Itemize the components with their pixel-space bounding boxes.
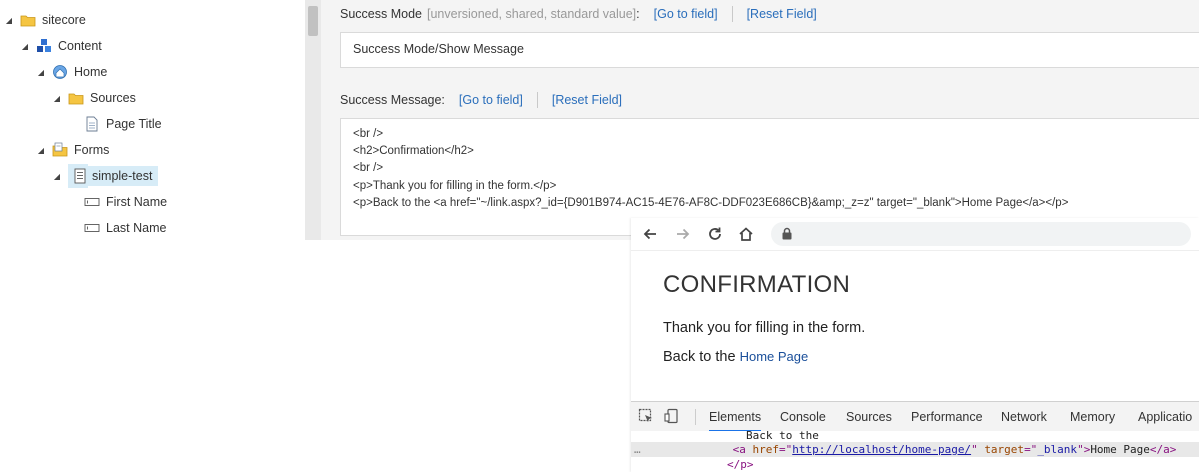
success-mode-label: Success Mode <box>340 7 422 21</box>
folder-icon <box>20 12 36 28</box>
dom-text-line[interactable]: Back to the <box>631 428 1199 443</box>
tree-item-label: Page Title <box>106 117 162 131</box>
success-message-reset-link[interactable]: [Reset Field] <box>552 93 622 107</box>
collapse-arrow-icon[interactable]: ◢ <box>20 42 30 51</box>
dom-tag: </p> <box>727 458 754 471</box>
dom-tag: </a> <box>1149 443 1177 456</box>
back-arrow-icon[interactable] <box>639 223 661 245</box>
back-to-paragraph: Back to the Home Page <box>663 349 808 365</box>
tree-item-sources[interactable]: ◢ Sources <box>52 86 136 110</box>
content-tree: ◢ sitecore ◢ Content ◢ Home ◢ Sources Pa… <box>0 0 305 472</box>
more-options-icon[interactable]: … <box>631 443 641 456</box>
device-toolbar-icon[interactable] <box>663 407 681 425</box>
folder-icon <box>68 90 84 106</box>
tree-item-label: Sources <box>90 91 136 105</box>
dom-punct: =" <box>779 443 793 456</box>
success-mode-value: Success Mode/Show Message <box>353 42 524 56</box>
tree-item-sitecore[interactable]: ◢ sitecore <box>4 8 86 32</box>
browser-window: CONFIRMATION Thank you for filling in th… <box>631 218 1199 472</box>
home-globe-icon <box>52 64 68 80</box>
code-line: <p>Thank you for filling in the form.</p… <box>353 179 557 192</box>
dom-text: Home Page <box>1090 443 1150 456</box>
tree-item-label: First Name <box>106 195 168 209</box>
dom-anchor-line[interactable]: … <a href="http://localhost/home-page/" t… <box>631 442 1199 457</box>
tree-item-forms[interactable]: ◢ Forms <box>36 138 109 162</box>
editor-scrollbar[interactable] <box>305 0 321 240</box>
elements-dom-tree: Back to the … <a href="http://localhost/h… <box>631 428 1199 472</box>
success-message-code: <br /> <h2>Confirmation</h2> <br /> <p>Than… <box>341 119 1199 219</box>
cubes-icon <box>36 38 52 54</box>
dom-attr: href <box>752 443 780 456</box>
collapse-arrow-icon[interactable]: ◢ <box>36 146 46 155</box>
code-line: <br /> <box>353 128 384 140</box>
success-message-label: Success Message: <box>340 93 445 107</box>
dom-punct: " <box>971 443 978 456</box>
tree-item-label: Forms <box>74 143 110 157</box>
forward-arrow-icon[interactable] <box>672 223 694 245</box>
success-message-goto-link[interactable]: [Go to field] <box>459 93 523 107</box>
tree-item-label: Last Name <box>106 221 167 235</box>
lock-icon <box>781 227 793 245</box>
tree-item-page-title[interactable]: Page Title <box>84 112 162 136</box>
forms-folder-icon <box>52 142 68 158</box>
collapse-arrow-icon[interactable]: ◢ <box>52 94 62 103</box>
code-line: <br /> <box>353 162 384 175</box>
confirmation-heading: CONFIRMATION <box>663 271 851 298</box>
home-icon[interactable] <box>735 223 757 245</box>
inspect-element-icon[interactable] <box>637 407 655 425</box>
tree-item-content[interactable]: ◢ Content <box>20 34 102 58</box>
success-mode-reset-link[interactable]: [Reset Field] <box>747 7 817 21</box>
address-bar[interactable] <box>771 222 1191 246</box>
code-line: <p>Back to the <a href="~/link.aspx?_id=… <box>353 196 1069 209</box>
tree-item-last-name[interactable]: Last Name <box>84 216 166 240</box>
tree-item-simple-test[interactable]: ◢ simple-test <box>52 164 159 188</box>
success-mode-input[interactable]: Success Mode/Show Message <box>340 32 1199 68</box>
collapse-arrow-icon[interactable]: ◢ <box>4 16 14 25</box>
tree-item-first-name[interactable]: First Name <box>84 190 167 214</box>
textbox-icon <box>84 220 100 236</box>
success-mode-meta: [unversioned, shared, standard value] <box>426 7 637 21</box>
success-mode-goto-link[interactable]: [Go to field] <box>654 7 718 21</box>
dom-href-link[interactable]: http://localhost/home-page/ <box>792 443 971 456</box>
code-line: <h2>Confirmation</h2> <box>353 145 474 158</box>
dom-attr-value: _blank <box>1037 443 1078 456</box>
editor-scrollbar-thumb[interactable] <box>308 6 318 36</box>
devtools-divider <box>695 409 696 425</box>
back-to-text: Back to the <box>663 349 740 365</box>
reload-icon[interactable] <box>704 223 726 245</box>
form-icon <box>68 164 88 188</box>
tree-item-label: Home <box>74 65 108 79</box>
dom-text: Back to the <box>746 429 819 442</box>
tree-item-label: sitecore <box>42 13 86 27</box>
divider <box>536 92 538 108</box>
success-message-field-header: Success Message: [Go to field] [Reset Fi… <box>340 92 622 108</box>
divider <box>731 6 733 22</box>
textbox-icon <box>84 194 100 210</box>
dom-punct: =" <box>1024 443 1038 456</box>
dom-attr: target <box>984 443 1025 456</box>
success-mode-colon: : <box>636 7 640 21</box>
tree-item-home[interactable]: ◢ Home <box>36 60 107 84</box>
home-page-link[interactable]: Home Page <box>740 349 809 364</box>
collapse-arrow-icon[interactable]: ◢ <box>36 68 46 77</box>
thank-you-text: Thank you for filling in the form. <box>663 320 866 336</box>
browser-toolbar <box>631 218 1199 251</box>
collapse-arrow-icon[interactable]: ◢ <box>52 172 62 181</box>
success-mode-field-header: Success Mode [unversioned, shared, stand… <box>340 6 817 22</box>
dom-close-line[interactable]: </p> <box>631 457 1199 472</box>
dom-punct: " <box>1077 443 1084 456</box>
document-icon <box>84 116 100 132</box>
tree-item-label: Content <box>58 39 102 53</box>
tree-item-label: simple-test <box>86 166 159 186</box>
dom-tag: <a <box>732 443 746 456</box>
